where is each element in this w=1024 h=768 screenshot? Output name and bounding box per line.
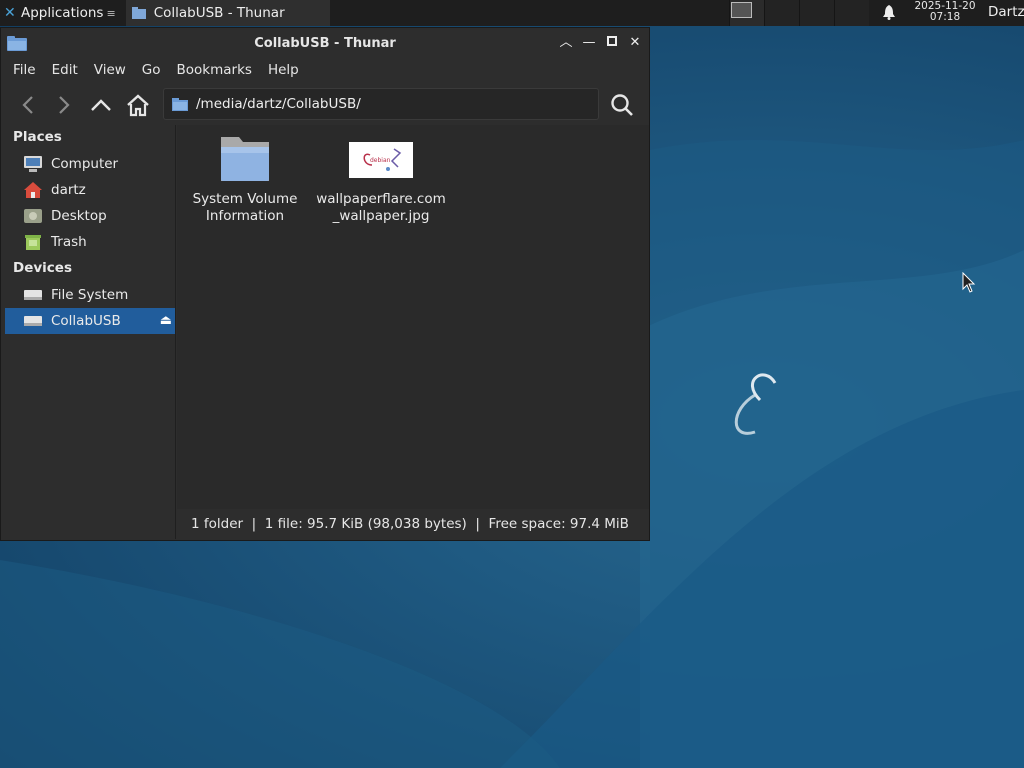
workspace-1[interactable] bbox=[729, 0, 764, 26]
sidebar-item-file-system[interactable]: File System bbox=[5, 282, 175, 308]
title-bar[interactable]: CollabUSB - Thunar ︿ — ✕ bbox=[1, 28, 649, 58]
file-name: System Volume Information bbox=[192, 191, 298, 224]
drive-icon bbox=[24, 290, 42, 300]
applications-menu[interactable]: ✕ Applications ≡ bbox=[0, 0, 120, 26]
status-bar: 1 folder | 1 file: 95.7 KiB (98,038 byte… bbox=[177, 509, 649, 539]
workspace-3[interactable] bbox=[799, 0, 834, 26]
taskbar-label: CollabUSB - Thunar bbox=[153, 5, 285, 21]
home-icon bbox=[127, 94, 149, 117]
back-button[interactable] bbox=[15, 92, 41, 118]
home-button[interactable] bbox=[125, 92, 151, 118]
menu-help[interactable]: Help bbox=[260, 62, 307, 78]
window-title: CollabUSB - Thunar bbox=[254, 36, 396, 51]
file-item[interactable]: debian wallpaperflare.com_wallpaper.jpg bbox=[313, 133, 449, 225]
desktop-icon bbox=[24, 209, 42, 223]
drive-icon bbox=[24, 316, 42, 326]
menu-edit[interactable]: Edit bbox=[44, 62, 86, 78]
notification-bell-icon[interactable] bbox=[882, 4, 898, 22]
content-area: Places Computer dartz Desktop Trash Devi… bbox=[1, 125, 649, 539]
location-bar[interactable] bbox=[163, 88, 599, 120]
search-button[interactable] bbox=[609, 92, 635, 118]
applications-label: Applications bbox=[21, 5, 104, 21]
top-panel: ✕ Applications ≡ CollabUSB - Thunar 2025… bbox=[0, 0, 1024, 26]
chevron-left-icon bbox=[22, 96, 33, 114]
user-menu[interactable]: Dartz bbox=[988, 4, 1024, 20]
sidebar-item-label: CollabUSB bbox=[51, 313, 121, 329]
sidebar-item-desktop[interactable]: Desktop bbox=[5, 203, 175, 229]
sidebar-item-dartz[interactable]: dartz bbox=[5, 177, 175, 203]
folder-icon bbox=[221, 137, 269, 181]
computer-icon bbox=[24, 156, 42, 172]
xfce-logo-icon: ✕ bbox=[4, 5, 16, 21]
chevron-up-icon bbox=[91, 99, 111, 111]
folder-icon bbox=[172, 97, 188, 111]
sidebar-item-trash[interactable]: Trash bbox=[5, 229, 175, 255]
sidebar-item-label: Computer bbox=[51, 156, 119, 172]
menu-bookmarks[interactable]: Bookmarks bbox=[169, 62, 260, 78]
home-folder-icon bbox=[24, 182, 42, 198]
file-view: System Volume Information debian wallpap… bbox=[177, 125, 649, 509]
taskbar-button-thunar[interactable]: CollabUSB - Thunar bbox=[125, 0, 330, 26]
sidebar-item-collabusb[interactable]: CollabUSB ⏏ bbox=[5, 308, 175, 334]
workspace-2[interactable] bbox=[764, 0, 799, 26]
places-heading: Places bbox=[13, 129, 62, 145]
up-button[interactable] bbox=[88, 92, 114, 118]
workspace-switcher bbox=[729, 0, 869, 26]
file-name: wallpaperflare.com_wallpaper.jpg bbox=[316, 191, 446, 224]
sidebar-item-label: Desktop bbox=[51, 208, 107, 224]
thunar-window: CollabUSB - Thunar ︿ — ✕ File Edit View … bbox=[0, 27, 650, 541]
window-preview bbox=[731, 2, 752, 18]
menu-go[interactable]: Go bbox=[134, 62, 169, 78]
menu-icon: ≡ bbox=[106, 6, 116, 20]
sidebar-item-label: Trash bbox=[51, 234, 87, 250]
clock-time: 07:18 bbox=[929, 11, 961, 23]
menu-bar: File Edit View Go Bookmarks Help bbox=[1, 58, 649, 82]
folder-icon bbox=[131, 7, 146, 19]
eject-icon[interactable]: ⏏ bbox=[160, 313, 172, 328]
mouse-cursor-icon bbox=[962, 272, 976, 293]
file-item[interactable]: System Volume Information bbox=[177, 133, 313, 225]
devices-heading: Devices bbox=[13, 260, 72, 276]
trash-icon bbox=[25, 235, 41, 250]
workspace-4[interactable] bbox=[834, 0, 869, 26]
search-icon bbox=[611, 94, 633, 116]
toolbar bbox=[1, 82, 649, 124]
menu-file[interactable]: File bbox=[5, 62, 44, 78]
close-button[interactable]: ✕ bbox=[626, 34, 644, 52]
status-text: 1 folder | 1 file: 95.7 KiB (98,038 byte… bbox=[191, 516, 629, 532]
sidebar-item-computer[interactable]: Computer bbox=[5, 151, 175, 177]
menu-view[interactable]: View bbox=[86, 62, 134, 78]
sidebar-item-label: File System bbox=[51, 287, 129, 303]
chevron-right-icon bbox=[59, 96, 70, 114]
forward-button[interactable] bbox=[51, 92, 77, 118]
sidebar-item-label: dartz bbox=[51, 182, 86, 198]
maximize-button[interactable] bbox=[603, 34, 621, 52]
location-input[interactable] bbox=[194, 95, 578, 113]
shade-button[interactable]: ︿ bbox=[557, 34, 575, 52]
svg-text:debian: debian bbox=[370, 157, 391, 164]
minimize-button[interactable]: — bbox=[580, 34, 598, 52]
image-thumbnail: debian bbox=[349, 142, 413, 178]
side-pane: Places Computer dartz Desktop Trash Devi… bbox=[1, 125, 176, 539]
clock[interactable]: 2025-11-20 07:18 bbox=[908, 1, 982, 23]
